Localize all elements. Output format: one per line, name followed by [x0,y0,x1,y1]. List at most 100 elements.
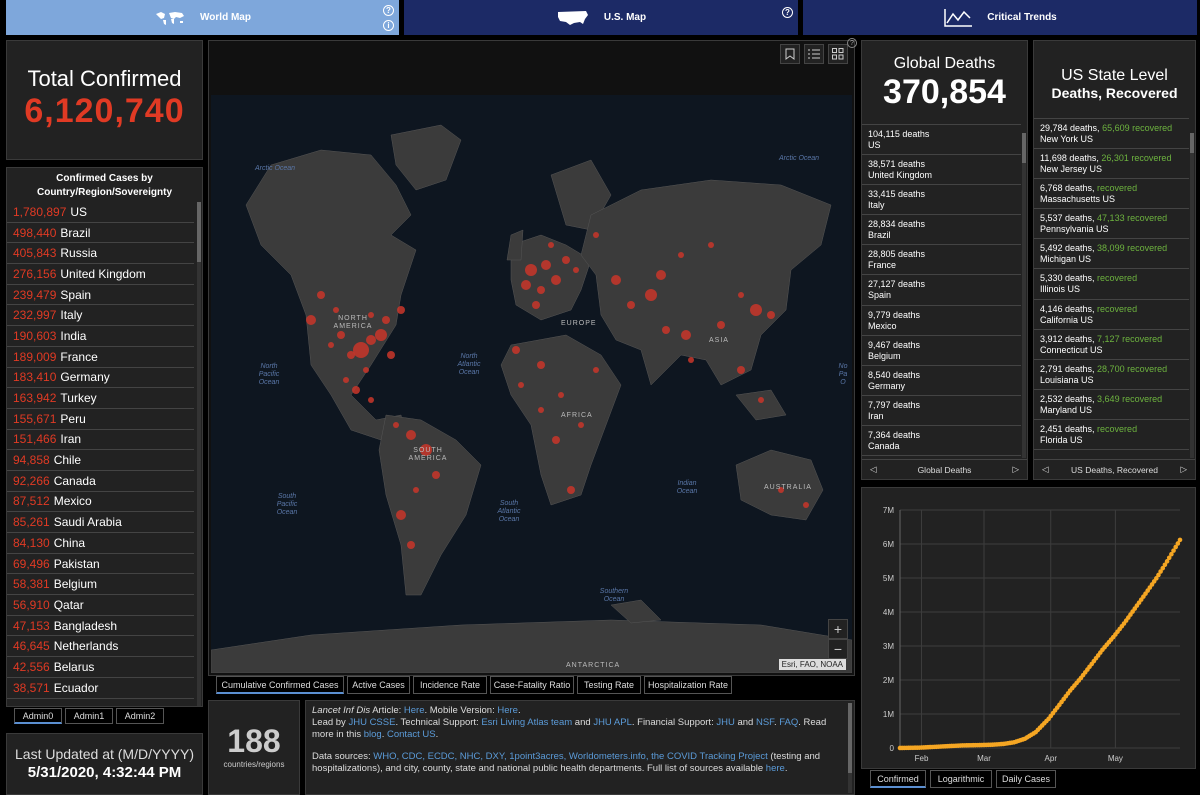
nav-critical-trends-button[interactable]: Critical Trends [803,0,1197,35]
case-bubble[interactable] [352,386,360,394]
us-state-row[interactable]: 6,768 deaths, recovered Massachusetts US [1034,179,1189,210]
case-bubble[interactable] [306,315,316,325]
case-bubble[interactable] [548,242,554,248]
country-row[interactable]: 87,512 Mexico [7,492,194,513]
zoom-in-button[interactable]: + [828,619,848,639]
scrollbar-thumb[interactable] [1190,133,1194,153]
global-deaths-row[interactable]: 38,571 deaths United Kingdom [862,155,1021,186]
world-map[interactable]: Arctic Ocean Arctic Ocean North Pacific … [211,95,852,673]
case-bubble[interactable] [337,331,345,339]
data-sources-links[interactable]: WHO, CDC, ECDC, NHC, DXY, 1point3acres, … [373,751,768,762]
next-arrow-icon[interactable]: ▷ [1180,464,1187,475]
scrollbar-thumb[interactable] [848,703,852,773]
prev-arrow-icon[interactable]: ◁ [1042,464,1049,475]
case-bubble[interactable] [406,430,416,440]
case-bubble[interactable] [347,351,355,359]
us-state-row[interactable]: 5,492 deaths, 38,099 recovered Michigan U… [1034,239,1189,270]
info-scrollbar[interactable] [848,703,852,793]
global-deaths-row[interactable]: 9,779 deaths Mexico [862,306,1021,336]
case-bubble[interactable] [627,301,635,309]
country-row[interactable]: 155,671 Peru [7,409,194,430]
nav-world-map-button[interactable]: World Map ? i [6,0,399,35]
country-row[interactable]: 232,997 Italy [7,305,194,327]
scrollbar-thumb[interactable] [197,202,201,262]
case-bubble[interactable] [681,330,691,340]
case-bubble[interactable] [317,291,325,299]
case-bubble[interactable] [593,367,599,373]
case-bubble[interactable] [366,335,376,345]
case-bubble[interactable] [518,382,524,388]
tab-active-cases[interactable]: Active Cases [347,676,410,694]
case-bubble[interactable] [525,264,537,276]
global-deaths-row[interactable]: 28,834 deaths Brazil [862,215,1021,246]
case-bubble[interactable] [432,471,440,479]
jhu-link[interactable]: JHU [716,717,734,728]
country-row[interactable]: 94,858 Chile [7,450,194,471]
us-state-row[interactable]: 5,537 deaths, 47,133 recovered Pennsylvan… [1034,209,1189,240]
global-deaths-row[interactable]: 27,127 deaths Spain [862,275,1021,306]
case-bubble[interactable] [767,311,775,319]
country-row[interactable]: 498,440 Brazil [7,223,194,244]
jhu-apl-link[interactable]: JHU APL [593,717,632,728]
case-bubble[interactable] [567,486,575,494]
help-icon[interactable]: ? [782,7,793,18]
global-deaths-row[interactable]: 7,364 deaths Canada [862,426,1021,457]
prev-arrow-icon[interactable]: ◁ [870,464,877,475]
us-state-row[interactable]: 4,146 deaths, recovered California US [1034,300,1189,330]
case-bubble[interactable] [708,242,714,248]
case-bubble[interactable] [662,326,670,334]
case-bubble[interactable] [562,256,570,264]
case-bubble[interactable] [573,267,579,273]
us-state-scrollbar[interactable] [1190,133,1194,458]
case-bubble[interactable] [558,392,564,398]
contact-link[interactable]: Contact US [387,729,436,740]
confirmed-trend-chart[interactable]: 0 1M 2M 3M 4M 5M 6M 7M Feb Mar Apr May [862,488,1195,768]
case-bubble[interactable] [803,502,809,508]
country-row[interactable]: 47,153 Bangladesh [7,616,194,637]
country-list-scrollbar[interactable] [197,202,201,706]
case-bubble[interactable] [645,289,657,301]
country-row[interactable]: 38,571 Ecuador [7,678,194,699]
case-bubble[interactable] [521,280,531,290]
tab-admin1[interactable]: Admin1 [65,708,113,724]
country-row[interactable]: 276,156 United Kingdom [7,264,194,285]
jhu-csse-link[interactable]: JHU CSSE [348,717,395,728]
us-state-row[interactable]: 2,791 deaths, 28,700 recovered Louisiana … [1034,360,1189,390]
case-bubble[interactable] [737,366,745,374]
tab-admin2[interactable]: Admin2 [116,708,164,724]
us-state-row[interactable]: 2,451 deaths, recovered Florida US [1034,420,1189,451]
case-bubble[interactable] [387,351,395,359]
tab-confirmed[interactable]: Confirmed [870,770,926,788]
case-bubble[interactable] [343,377,349,383]
country-row[interactable]: 46,645 Netherlands [7,636,194,658]
case-bubble[interactable] [396,510,406,520]
us-state-row[interactable]: 11,698 deaths, 26,301 recovered New Jerse… [1034,149,1189,180]
case-bubble[interactable] [393,422,399,428]
country-row[interactable]: 405,843 Russia [7,243,194,265]
country-row[interactable]: 85,261 Saudi Arabia [7,512,194,533]
global-deaths-row[interactable]: 104,115 deaths US [862,125,1021,156]
sources-list-link[interactable]: here [766,763,785,774]
case-bubble[interactable] [758,397,764,403]
country-row[interactable]: 151,466 Iran [7,430,194,451]
help-icon[interactable]: ? [383,5,394,16]
case-bubble[interactable] [656,270,666,280]
basemap-gallery-icon[interactable] [828,44,848,64]
country-row[interactable]: 163,942 Turkey [7,388,194,409]
case-bubble[interactable] [353,342,369,358]
nav-us-map-button[interactable]: U.S. Map ? [404,0,798,35]
case-bubble[interactable] [328,342,334,348]
tab-hospitalization-rate[interactable]: Hospitalization Rate [644,676,732,694]
country-list[interactable]: 1,780,897 US 498,440 Brazil 405,843 Russia 276… [7,202,194,699]
country-row[interactable]: 92,266 Canada [7,471,194,492]
case-bubble[interactable] [611,275,621,285]
tab-daily-cases[interactable]: Daily Cases [996,770,1056,788]
zoom-out-button[interactable]: − [828,639,848,659]
tab-case-fatality-ratio[interactable]: Case-Fatality Ratio [490,676,574,694]
tab-logarithmic[interactable]: Logarithmic [930,770,992,788]
country-row[interactable]: 190,603 India [7,326,194,347]
country-row[interactable]: 84,130 China [7,533,194,554]
faq-link[interactable]: FAQ [779,717,798,728]
help-icon[interactable]: ? [847,38,857,48]
case-bubble[interactable] [541,260,551,270]
